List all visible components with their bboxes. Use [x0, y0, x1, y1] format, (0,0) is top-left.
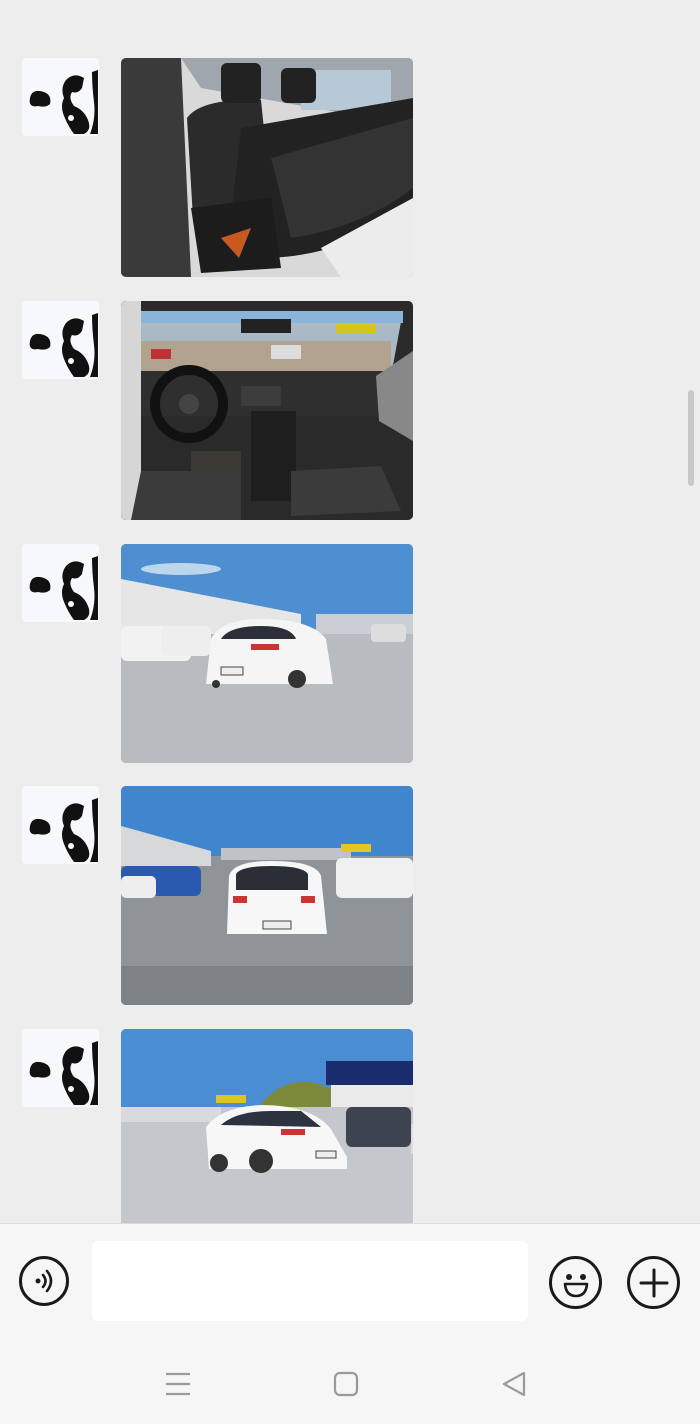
scrollbar[interactable]: [688, 390, 694, 486]
home-button[interactable]: [326, 1364, 366, 1404]
avatar[interactable]: [22, 301, 99, 379]
car-rear-seat-image: [121, 58, 413, 277]
image-message[interactable]: [121, 544, 413, 763]
image-message[interactable]: [121, 1029, 413, 1223]
white-hatchback-image: [121, 1029, 413, 1223]
white-hatchback-image: [121, 544, 413, 763]
message-row: [0, 58, 700, 278]
voice-button[interactable]: [19, 1256, 69, 1306]
chat-message-list[interactable]: [0, 0, 700, 1223]
back-icon: [502, 1371, 526, 1397]
back-button[interactable]: [494, 1364, 534, 1404]
white-hatchback-image: [121, 786, 413, 1005]
chat-input-bar: [0, 1223, 700, 1424]
avatar[interactable]: [22, 786, 99, 864]
cow-avatar-icon: [22, 544, 99, 622]
menu-button[interactable]: [158, 1364, 198, 1404]
message-row: [0, 544, 700, 764]
voice-icon: [35, 1269, 53, 1293]
avatar[interactable]: [22, 544, 99, 622]
image-message[interactable]: [121, 786, 413, 1005]
cow-avatar-icon: [22, 786, 99, 864]
message-row: [0, 1029, 700, 1223]
avatar[interactable]: [22, 58, 99, 136]
emoji-icon: [563, 1273, 588, 1297]
image-message[interactable]: [121, 301, 413, 520]
home-icon: [333, 1371, 359, 1397]
cow-avatar-icon: [22, 301, 99, 379]
image-message[interactable]: [121, 58, 413, 277]
plus-icon: [639, 1268, 668, 1297]
emoji-button[interactable]: [549, 1256, 602, 1309]
avatar[interactable]: [22, 1029, 99, 1107]
message-input[interactable]: [92, 1241, 528, 1321]
menu-icon: [166, 1372, 190, 1396]
cow-avatar-icon: [22, 1029, 99, 1107]
system-nav-bar: [0, 1342, 700, 1424]
car-dashboard-image: [121, 301, 413, 520]
plus-button[interactable]: [627, 1256, 680, 1309]
message-row: [0, 786, 700, 1006]
cow-avatar-icon: [22, 58, 99, 136]
message-row: [0, 301, 700, 521]
